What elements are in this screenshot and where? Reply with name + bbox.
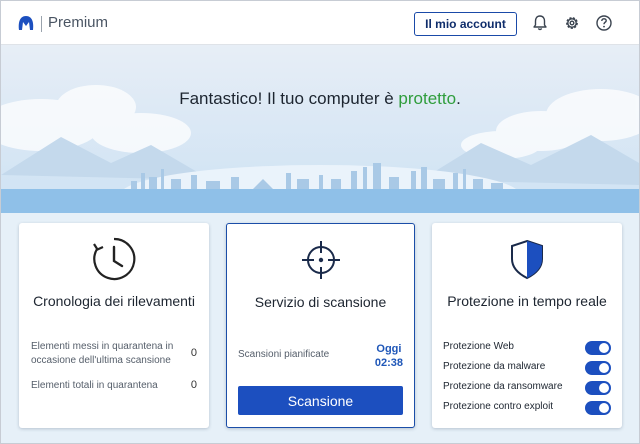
toggle-knob <box>599 343 609 353</box>
ransomware-protection-row: Protezione da ransomware <box>443 379 611 397</box>
my-account-button[interactable]: Il mio account <box>414 12 517 36</box>
web-protection-toggle[interactable] <box>585 341 611 355</box>
scan-button[interactable]: Scansione <box>238 386 403 415</box>
top-bar: Premium Il mio account <box>1 1 639 45</box>
detection-history-title: Cronologia dei rilevamenti <box>33 293 195 309</box>
shield-icon <box>511 239 543 280</box>
toggle-knob <box>599 383 609 393</box>
sky-illustration <box>1 85 639 205</box>
headline-suffix: . <box>456 89 461 108</box>
horizon-band <box>1 189 639 213</box>
scan-service-title: Servizio di scansione <box>254 294 387 310</box>
ransomware-protection-toggle[interactable] <box>585 381 611 395</box>
brand-label: Premium <box>48 14 109 31</box>
app-window: Premium Il mio account Fantastico! Il tu… <box>0 0 640 444</box>
malware-protection-label: Protezione da malware <box>443 361 546 372</box>
crosshair-icon <box>301 241 340 279</box>
exploit-protection-label: Protezione contro exploit <box>443 401 554 412</box>
web-protection-row: Protezione Web <box>443 339 611 357</box>
gear-icon[interactable] <box>563 14 581 32</box>
clock-icon <box>93 237 136 281</box>
scheduled-scan-clock: 02:38 <box>374 357 403 369</box>
status-headline: Fantastico! Il tuo computer è protetto. <box>1 89 639 109</box>
last-scan-quarantine-label: Elementi messi in quarantena in occasion… <box>31 341 174 366</box>
scheduled-scan-day: Oggi <box>376 343 402 355</box>
toggle-knob <box>599 363 609 373</box>
total-quarantine-label: Elementi totali in quarantena <box>31 380 158 391</box>
toggle-knob <box>599 403 609 413</box>
exploit-protection-toggle[interactable] <box>585 401 611 415</box>
headline-prefix: Fantastico! Il tuo computer è <box>179 89 399 108</box>
total-quarantine-value: 0 <box>190 379 197 391</box>
scheduled-scans-label: Scansioni pianificate <box>238 349 330 360</box>
realtime-protection-card[interactable]: Protezione in tempo reale Protezione Web… <box>432 223 622 428</box>
brand-divider <box>41 16 42 32</box>
scan-service-card[interactable]: Servizio di scansione Scansioni pianific… <box>226 223 415 428</box>
protection-status-text: protetto <box>398 89 457 108</box>
malware-protection-row: Protezione da malware <box>443 359 611 377</box>
realtime-protection-title: Protezione in tempo reale <box>447 293 607 309</box>
ransomware-protection-label: Protezione da ransomware <box>443 381 563 392</box>
detection-history-card[interactable]: Cronologia dei rilevamenti Elementi mess… <box>19 223 209 428</box>
bell-icon[interactable] <box>531 14 549 32</box>
malwarebytes-logo-icon <box>18 16 34 30</box>
scheduled-scan-time[interactable]: Oggi 02:38 <box>375 342 403 370</box>
malware-protection-toggle[interactable] <box>585 361 611 375</box>
hero-banner: Fantastico! Il tuo computer è protetto. <box>1 45 639 205</box>
help-icon[interactable] <box>595 14 613 32</box>
exploit-protection-row: Protezione contro exploit <box>443 399 611 417</box>
last-scan-quarantine-value: 0 <box>190 347 197 359</box>
web-protection-label: Protezione Web <box>443 341 514 352</box>
